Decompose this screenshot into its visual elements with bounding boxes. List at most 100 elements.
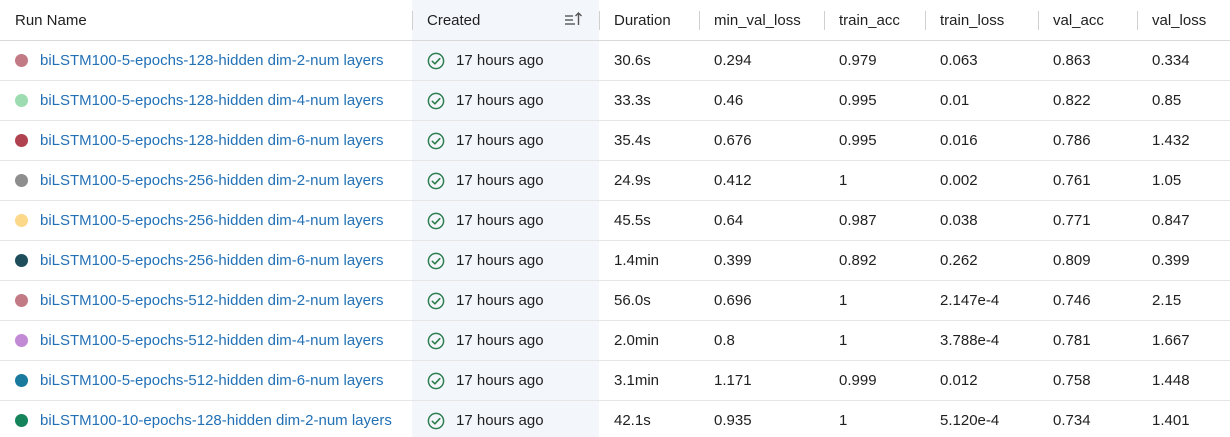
train-loss-cell: 0.063: [940, 52, 978, 69]
run-color-dot[interactable]: [15, 414, 28, 427]
train-acc-cell: 0.995: [839, 92, 877, 109]
duration-cell: 3.1min: [614, 372, 660, 389]
table-row[interactable]: biLSTM100-5-epochs-256-hidden dim-6-num …: [0, 241, 1230, 281]
run-name-link[interactable]: biLSTM100-5-epochs-256-hidden dim-4-num …: [40, 212, 384, 229]
duration-cell: 35.4s: [614, 132, 651, 149]
run-color-dot[interactable]: [15, 54, 28, 67]
table-body: biLSTM100-5-epochs-128-hidden dim-2-num …: [0, 41, 1230, 437]
table-row[interactable]: biLSTM100-5-epochs-256-hidden dim-4-num …: [0, 201, 1230, 241]
column-header-created[interactable]: Created: [412, 0, 599, 40]
run-color-dot[interactable]: [15, 374, 28, 387]
run-color-dot[interactable]: [15, 174, 28, 187]
table-row[interactable]: biLSTM100-5-epochs-512-hidden dim-4-num …: [0, 321, 1230, 361]
check-circle-icon: [427, 252, 445, 269]
train-loss-cell: 0.012: [940, 372, 978, 389]
run-name-link[interactable]: biLSTM100-5-epochs-128-hidden dim-6-num …: [40, 132, 384, 149]
created-cell: 17 hours ago: [412, 121, 599, 160]
table-row[interactable]: biLSTM100-5-epochs-128-hidden dim-4-num …: [0, 81, 1230, 121]
val-acc-cell: 0.809: [1053, 252, 1091, 269]
val-acc-cell: 0.761: [1053, 172, 1091, 189]
duration-cell: 42.1s: [614, 412, 651, 429]
run-color-dot[interactable]: [15, 334, 28, 347]
run-color-dot[interactable]: [15, 254, 28, 267]
run-name-link[interactable]: biLSTM100-10-epochs-128-hidden dim-2-num…: [40, 412, 392, 429]
val-loss-cell: 1.401: [1152, 412, 1190, 429]
train-loss-cell: 2.147e-4: [940, 292, 1000, 309]
val-loss-cell: 1.448: [1152, 372, 1190, 389]
check-circle-icon: [427, 172, 445, 189]
created-cell: 17 hours ago: [412, 401, 599, 437]
val-loss-cell: 0.334: [1152, 52, 1190, 69]
column-header-run-name[interactable]: Run Name: [0, 0, 412, 40]
created-text: 17 hours ago: [456, 372, 544, 389]
val-loss-cell: 0.85: [1152, 92, 1182, 109]
table-row[interactable]: biLSTM100-5-epochs-256-hidden dim-2-num …: [0, 161, 1230, 201]
duration-cell: 30.6s: [614, 52, 651, 69]
check-circle-icon: [427, 332, 445, 349]
created-text: 17 hours ago: [456, 212, 544, 229]
run-name-cell: biLSTM100-10-epochs-128-hidden dim-2-num…: [0, 401, 412, 437]
run-name-cell: biLSTM100-5-epochs-512-hidden dim-4-num …: [0, 321, 412, 360]
column-header-created-label: Created: [427, 11, 481, 29]
table-header: Run Name Created Duration min_val_loss t…: [0, 0, 1230, 41]
created-cell: 17 hours ago: [412, 321, 599, 360]
run-name-link[interactable]: biLSTM100-5-epochs-256-hidden dim-6-num …: [40, 252, 384, 269]
val-acc-cell: 0.786: [1053, 132, 1091, 149]
run-name-link[interactable]: biLSTM100-5-epochs-512-hidden dim-4-num …: [40, 332, 384, 349]
run-name-link[interactable]: biLSTM100-5-epochs-512-hidden dim-2-num …: [40, 292, 384, 309]
run-name-link[interactable]: biLSTM100-5-epochs-512-hidden dim-6-num …: [40, 372, 384, 389]
min-val-loss-cell: 0.64: [714, 212, 744, 229]
column-header-val-loss[interactable]: val_loss: [1137, 0, 1230, 40]
column-header-duration[interactable]: Duration: [599, 0, 699, 40]
created-text: 17 hours ago: [456, 252, 544, 269]
run-color-dot[interactable]: [15, 134, 28, 147]
column-header-train-acc[interactable]: train_acc: [824, 0, 925, 40]
run-name-cell: biLSTM100-5-epochs-128-hidden dim-6-num …: [0, 121, 412, 160]
val-acc-cell: 0.822: [1053, 92, 1091, 109]
created-cell: 17 hours ago: [412, 201, 599, 240]
created-text: 17 hours ago: [456, 132, 544, 149]
created-cell: 17 hours ago: [412, 281, 599, 320]
train-loss-cell: 0.01: [940, 92, 970, 109]
created-cell: 17 hours ago: [412, 241, 599, 280]
val-acc-cell: 0.863: [1053, 52, 1091, 69]
run-name-cell: biLSTM100-5-epochs-256-hidden dim-2-num …: [0, 161, 412, 200]
table-row[interactable]: biLSTM100-5-epochs-512-hidden dim-6-num …: [0, 361, 1230, 401]
run-name-link[interactable]: biLSTM100-5-epochs-128-hidden dim-2-num …: [40, 52, 384, 69]
table-row[interactable]: biLSTM100-5-epochs-128-hidden dim-6-num …: [0, 121, 1230, 161]
val-loss-cell: 1.667: [1152, 332, 1190, 349]
train-acc-cell: 1: [839, 172, 848, 189]
table-row[interactable]: biLSTM100-10-epochs-128-hidden dim-2-num…: [0, 401, 1230, 437]
train-loss-cell: 0.002: [940, 172, 978, 189]
table-row[interactable]: biLSTM100-5-epochs-512-hidden dim-2-num …: [0, 281, 1230, 321]
run-name-link[interactable]: biLSTM100-5-epochs-256-hidden dim-2-num …: [40, 172, 384, 189]
val-acc-cell: 0.758: [1053, 372, 1091, 389]
column-header-val-acc[interactable]: val_acc: [1038, 0, 1137, 40]
min-val-loss-cell: 0.935: [714, 412, 752, 429]
created-text: 17 hours ago: [456, 412, 544, 429]
created-cell: 17 hours ago: [412, 81, 599, 120]
run-color-dot[interactable]: [15, 294, 28, 307]
run-name-link[interactable]: biLSTM100-5-epochs-128-hidden dim-4-num …: [40, 92, 384, 109]
val-loss-cell: 1.05: [1152, 172, 1182, 189]
run-color-dot[interactable]: [15, 94, 28, 107]
val-acc-cell: 0.781: [1053, 332, 1091, 349]
sort-ascending-icon[interactable]: [563, 11, 583, 29]
created-text: 17 hours ago: [456, 172, 544, 189]
created-text: 17 hours ago: [456, 332, 544, 349]
run-name-cell: biLSTM100-5-epochs-256-hidden dim-4-num …: [0, 201, 412, 240]
val-acc-cell: 0.734: [1053, 412, 1091, 429]
runs-table: Run Name Created Duration min_val_loss t…: [0, 0, 1230, 437]
val-acc-cell: 0.771: [1053, 212, 1091, 229]
run-name-cell: biLSTM100-5-epochs-512-hidden dim-6-num …: [0, 361, 412, 400]
val-loss-cell: 0.399: [1152, 252, 1190, 269]
column-header-train-loss[interactable]: train_loss: [925, 0, 1038, 40]
train-acc-cell: 0.995: [839, 132, 877, 149]
run-color-dot[interactable]: [15, 214, 28, 227]
column-header-min-val-loss[interactable]: min_val_loss: [699, 0, 824, 40]
train-loss-cell: 3.788e-4: [940, 332, 1000, 349]
duration-cell: 45.5s: [614, 212, 651, 229]
train-acc-cell: 0.979: [839, 52, 877, 69]
table-row[interactable]: biLSTM100-5-epochs-128-hidden dim-2-num …: [0, 41, 1230, 81]
min-val-loss-cell: 0.46: [714, 92, 744, 109]
